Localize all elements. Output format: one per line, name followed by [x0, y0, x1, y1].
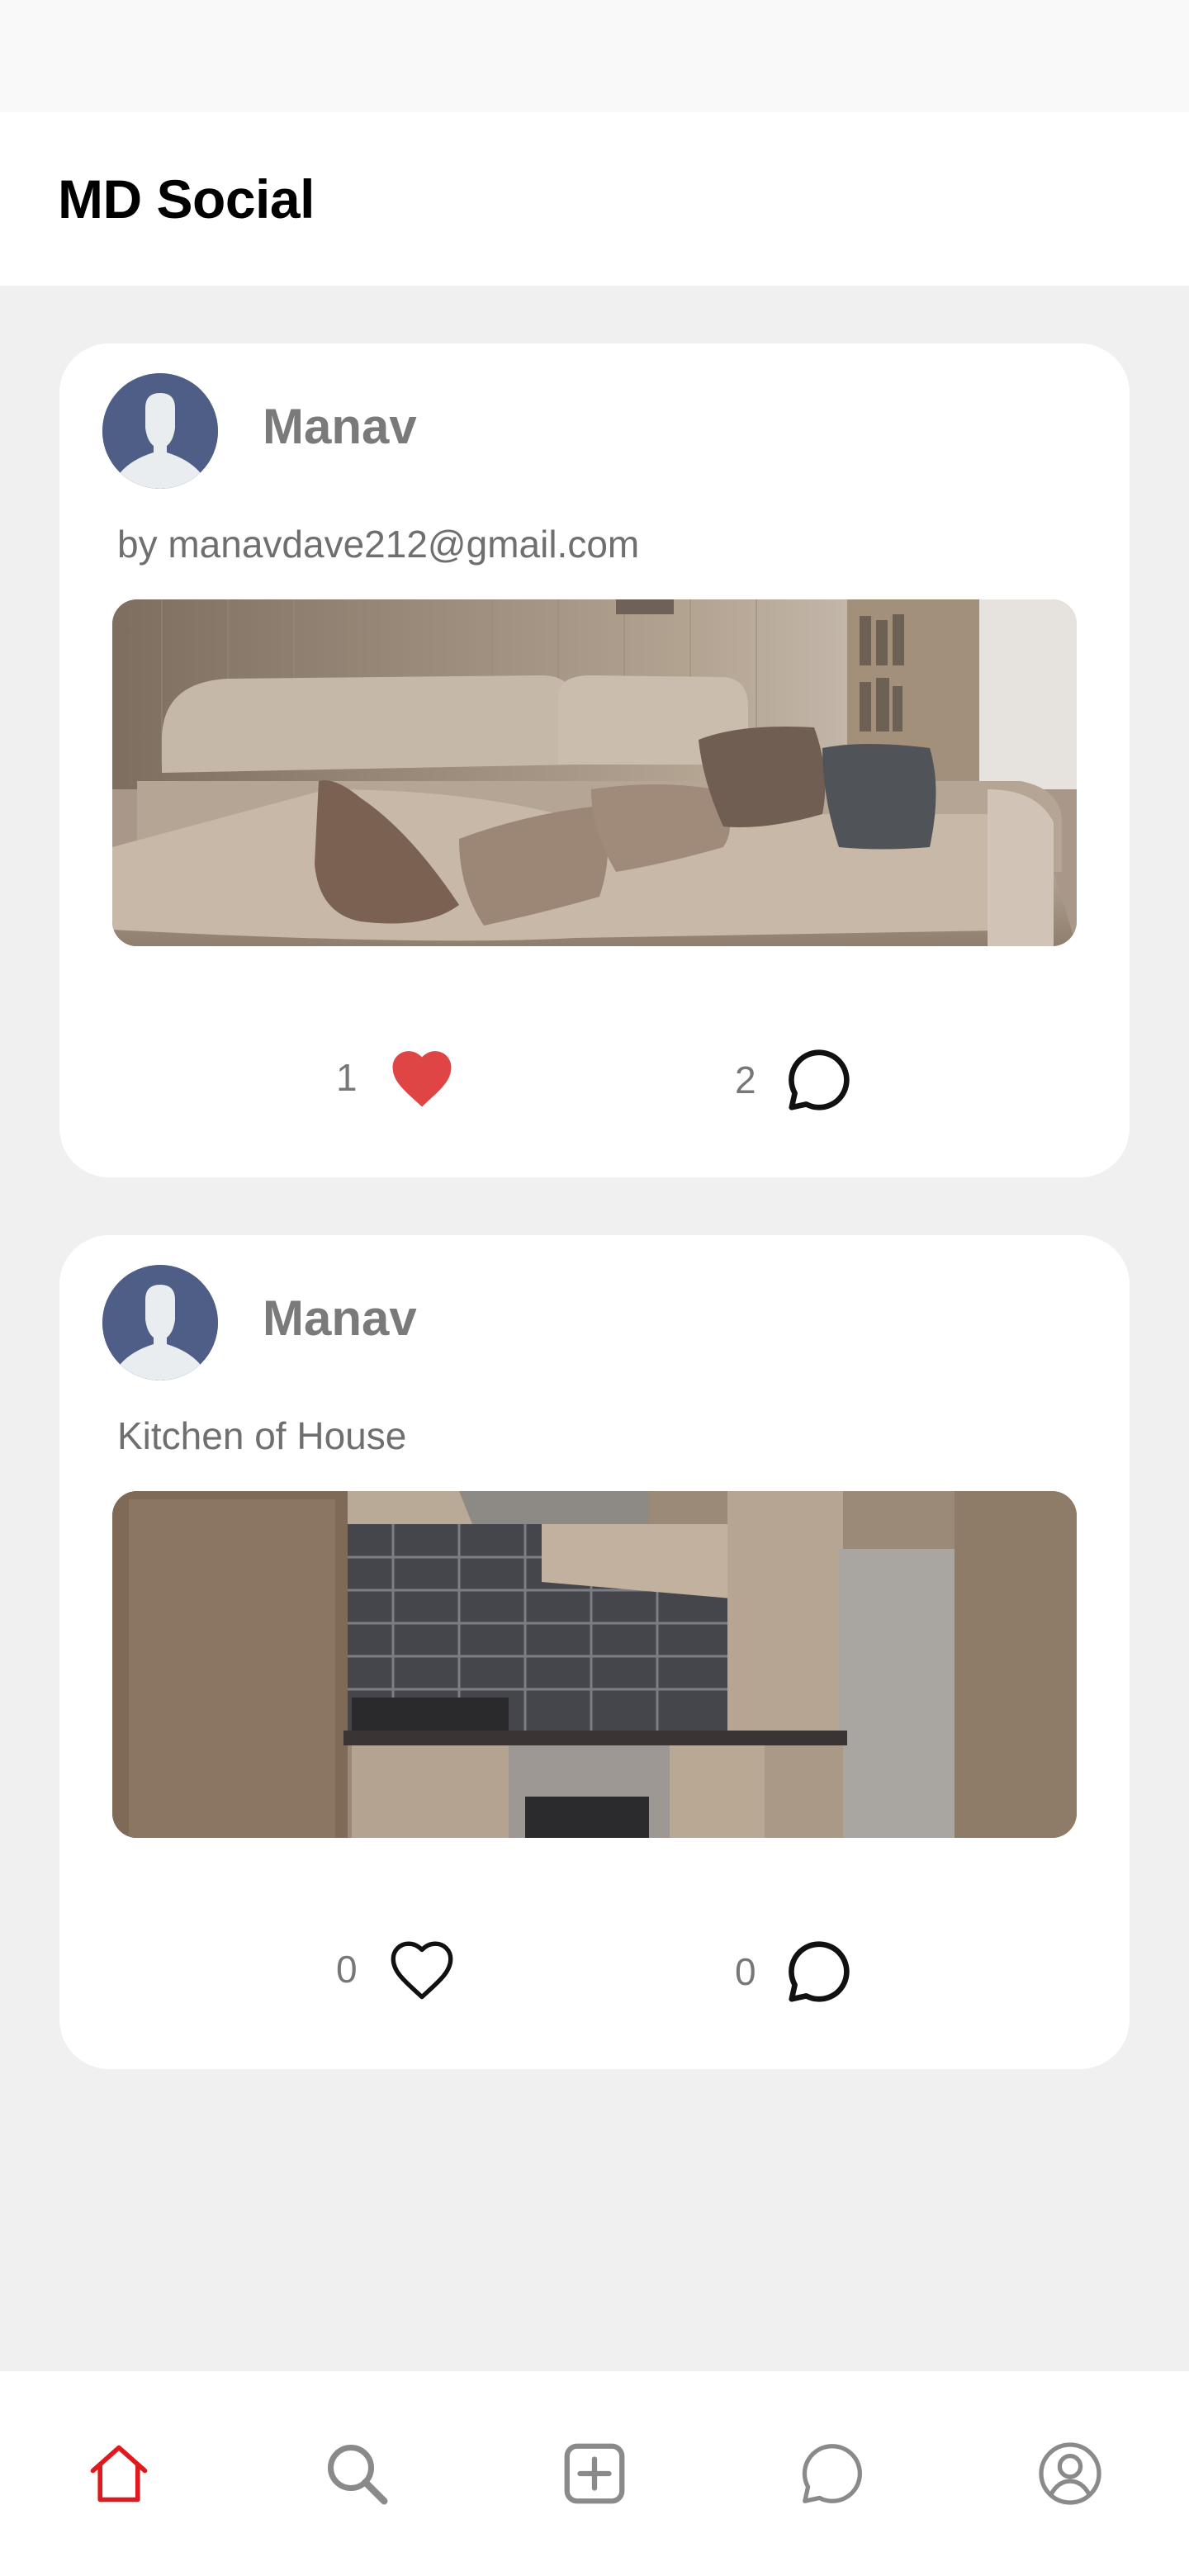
post-card: Manav Kitchen of House 0 0 — [59, 1235, 1130, 2069]
profile-icon — [1039, 2442, 1101, 2505]
app-title: MD Social — [58, 168, 315, 230]
post-feed: Manav by manavdave212@gmail.com 1 2 Mana… — [59, 343, 1130, 2127]
search-icon — [328, 2445, 388, 2505]
comment-count: 0 — [735, 1950, 756, 1993]
home-icon — [90, 2445, 148, 2503]
like-action[interactable]: 1 — [336, 1045, 458, 1110]
nav-add-post[interactable] — [545, 2424, 644, 2523]
user-silhouette-icon — [102, 373, 218, 489]
post-caption: Kitchen of House — [117, 1414, 407, 1457]
comment-bubble-icon[interactable] — [784, 1937, 854, 2006]
post-username[interactable]: Manav — [263, 1290, 417, 1347]
post-username[interactable]: Manav — [263, 398, 417, 455]
app-bar: MD Social — [0, 112, 1189, 286]
kitchen-photo — [112, 1491, 1077, 1838]
add-post-icon — [564, 2443, 625, 2504]
post-caption: by manavdave212@gmail.com — [117, 523, 640, 566]
like-count: 0 — [336, 1948, 358, 1991]
post-image[interactable] — [112, 599, 1077, 946]
chat-icon — [802, 2444, 862, 2503]
like-count: 1 — [336, 1056, 358, 1099]
avatar[interactable] — [102, 1265, 218, 1380]
like-action[interactable]: 0 — [336, 1937, 458, 2001]
comment-action[interactable]: 0 — [735, 1937, 854, 2006]
heart-filled-icon[interactable] — [386, 1045, 458, 1110]
status-bar — [0, 0, 1189, 112]
comment-action[interactable]: 2 — [735, 1045, 854, 1115]
sofa-photo — [112, 599, 1077, 946]
post-card: Manav by manavdave212@gmail.com 1 2 — [59, 343, 1130, 1177]
heart-outline-icon[interactable] — [386, 1937, 458, 2001]
post-image[interactable] — [112, 1491, 1077, 1838]
comment-count: 2 — [735, 1058, 756, 1101]
avatar[interactable] — [102, 373, 218, 489]
bottom-navigation — [0, 2371, 1189, 2576]
nav-search[interactable] — [307, 2424, 406, 2523]
nav-home[interactable] — [69, 2424, 168, 2523]
comment-bubble-icon[interactable] — [784, 1045, 854, 1115]
nav-profile[interactable] — [1021, 2424, 1120, 2523]
nav-chat[interactable] — [783, 2424, 882, 2523]
user-silhouette-icon — [102, 1265, 218, 1380]
